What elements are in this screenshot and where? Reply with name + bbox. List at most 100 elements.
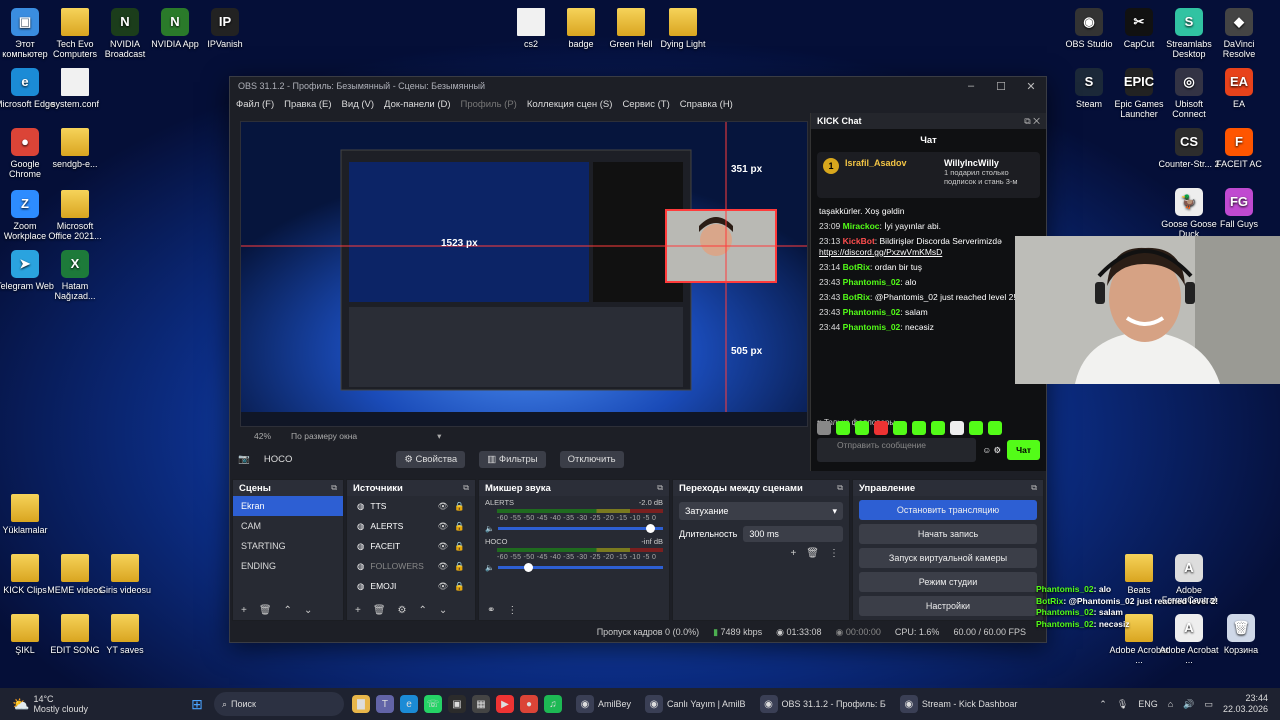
microphone-icon[interactable]: 🎙 bbox=[1117, 699, 1128, 710]
emoji-icon[interactable]: ☺ ⚙ bbox=[982, 445, 1001, 456]
duration-input[interactable]: 300 ms bbox=[743, 526, 843, 542]
emote-icon[interactable] bbox=[855, 421, 869, 435]
lock-icon[interactable]: 🔒 bbox=[454, 521, 465, 532]
amilbey-app[interactable]: ◉ AmilBey bbox=[575, 695, 631, 713]
teams-icon[interactable]: T bbox=[375, 695, 394, 713]
menu-item-5[interactable]: Коллекция сцен (S) bbox=[527, 99, 613, 110]
speaker-icon[interactable]: 🔈 bbox=[485, 524, 494, 533]
eye-icon[interactable]: 👁 bbox=[438, 501, 449, 512]
source-item[interactable]: ◍ ALERTS 👁 🔒 bbox=[347, 516, 475, 536]
trash-icon[interactable]: 🗑 bbox=[259, 605, 272, 617]
down-icon[interactable]: ⌄ bbox=[439, 605, 447, 617]
emote-icon[interactable] bbox=[988, 421, 1002, 435]
source-item[interactable]: ◍ FOLLOWERS 👁 🔒 bbox=[347, 556, 475, 576]
spotify-icon[interactable]: ♫ bbox=[543, 695, 562, 713]
close-icon[interactable]: ✕ bbox=[1016, 80, 1046, 93]
calculator-icon[interactable]: ▦ bbox=[471, 695, 490, 713]
message-user[interactable]: Phantomis_02 bbox=[843, 277, 901, 287]
dock-menu-icon[interactable]: ⧉ bbox=[1031, 483, 1037, 493]
minimize-icon[interactable]: – bbox=[956, 80, 986, 93]
gear-icon[interactable]: ⚙ bbox=[398, 605, 407, 617]
desktop-icon-hatam[interactable]: X Hatam Nağızad... bbox=[44, 250, 106, 301]
canli-yayim-app[interactable]: ◉ Canlı Yayım | AmilB bbox=[644, 695, 746, 713]
desktop-icon-davinci[interactable]: ◆ DaVinci Resolve bbox=[1208, 8, 1270, 59]
volume-slider[interactable] bbox=[498, 524, 663, 533]
more-icon[interactable]: ⋮ bbox=[829, 548, 839, 559]
source-item[interactable]: ◍ TTS 👁 🔒 bbox=[347, 496, 475, 516]
volume-icon[interactable]: 🔊 bbox=[1183, 699, 1194, 710]
emote-icon[interactable] bbox=[893, 421, 907, 435]
pinned-right-user[interactable]: WillyIncWilly bbox=[944, 158, 1034, 168]
scene-item[interactable]: ENDING bbox=[233, 556, 343, 576]
taskbar-search[interactable]: ⌕ Поиск bbox=[213, 692, 344, 716]
zoom-fit[interactable]: По размеру окна bbox=[291, 431, 357, 441]
message-user[interactable]: BotRix bbox=[843, 292, 870, 302]
emote-icon[interactable] bbox=[950, 421, 964, 435]
desktop-icon-yt-saves[interactable]: YT saves bbox=[94, 614, 156, 655]
message-user[interactable]: Mirackoc bbox=[843, 221, 880, 231]
emote-icon[interactable] bbox=[969, 421, 983, 435]
control-button-2[interactable]: Запуск виртуальной камеры bbox=[859, 548, 1037, 568]
zoom-dropdown-icon[interactable]: ▾ bbox=[437, 431, 441, 442]
youtube-icon[interactable]: ▶ bbox=[495, 695, 514, 713]
maximize-icon[interactable]: ☐ bbox=[986, 80, 1016, 93]
control-button-4[interactable]: Настройки bbox=[859, 596, 1037, 616]
scene-item[interactable]: STARTING bbox=[233, 536, 343, 556]
up-icon[interactable]: ⌃ bbox=[284, 605, 292, 617]
message-user[interactable]: KickBot bbox=[843, 236, 875, 246]
properties-button[interactable]: ⚙ Свойства bbox=[396, 450, 466, 468]
whatsapp-icon[interactable]: ☏ bbox=[423, 695, 442, 713]
control-button-1[interactable]: Начать запись bbox=[859, 524, 1037, 544]
source-item[interactable]: ◍ EMOJI 👁 🔒 bbox=[347, 576, 475, 596]
file-explorer-icon[interactable]: ▇ bbox=[351, 695, 370, 713]
clock[interactable]: 23:44 22.03.2026 bbox=[1223, 693, 1268, 715]
obs-task-app[interactable]: ◉ OBS 31.1.2 - Профиль: Б bbox=[759, 695, 886, 713]
language-indicator[interactable]: ENG bbox=[1138, 699, 1158, 709]
emote-icon[interactable] bbox=[874, 421, 888, 435]
dock-menu-icon[interactable]: ⧉ bbox=[837, 483, 843, 493]
desktop-icon-yuklamalar[interactable]: Yüklamalar bbox=[0, 494, 56, 535]
menu-item-0[interactable]: Файл (F) bbox=[236, 99, 274, 110]
emote-icon[interactable] bbox=[912, 421, 926, 435]
add-icon[interactable]: + bbox=[790, 548, 796, 559]
dock-close-icon[interactable]: ⧉ ✕ bbox=[1024, 116, 1040, 126]
network-icon[interactable]: ⌂ bbox=[1168, 699, 1173, 709]
filters-button[interactable]: ▥ Фильтры bbox=[479, 450, 546, 468]
desktop-icon-faceit[interactable]: F FACEIT AC bbox=[1208, 128, 1270, 169]
link-icon[interactable]: ⚭ bbox=[487, 605, 495, 617]
desktop-icon-fall-guys[interactable]: FG Fall Guys bbox=[1208, 188, 1270, 229]
lock-icon[interactable]: 🔒 bbox=[454, 581, 465, 592]
desktop-icon-giris-videosu[interactable]: Giris videosu bbox=[94, 554, 156, 595]
transition-select[interactable]: Затухание ▾ bbox=[679, 502, 843, 520]
tray-chevron-icon[interactable]: ⌃ bbox=[1099, 699, 1107, 710]
source-item[interactable]: ◍ FACEIT 👁 🔒 bbox=[347, 536, 475, 556]
emote-icon[interactable] bbox=[817, 421, 831, 435]
emote-icon[interactable] bbox=[931, 421, 945, 435]
scene-item[interactable]: CAM bbox=[233, 516, 343, 536]
desktop-icon-office[interactable]: Microsoft Office 2021... bbox=[44, 190, 106, 241]
chat-tab[interactable]: Чат bbox=[811, 129, 1046, 152]
emote-icon[interactable] bbox=[836, 421, 850, 435]
menu-item-6[interactable]: Сервис (T) bbox=[622, 99, 669, 110]
up-icon[interactable]: ⌃ bbox=[419, 605, 427, 617]
windows-start-icon[interactable]: ⊞ bbox=[188, 695, 206, 713]
desktop-icon-system-conf[interactable]: system.conf bbox=[44, 68, 106, 109]
desktop-icon-ipvanish[interactable]: IP IPVanish bbox=[194, 8, 256, 49]
menu-item-2[interactable]: Вид (V) bbox=[342, 99, 375, 110]
trash-icon[interactable]: 🗑 bbox=[373, 605, 386, 617]
dock-menu-icon[interactable]: ⧉ bbox=[331, 483, 337, 493]
chat-input[interactable]: Отправить сообщение bbox=[817, 438, 977, 462]
message-link[interactable]: https://discord.gg/PxzwVmKMsD bbox=[819, 247, 942, 257]
down-icon[interactable]: ⌄ bbox=[304, 605, 312, 617]
eye-icon[interactable]: 👁 bbox=[438, 561, 449, 572]
desktop-icon-recycle-bin[interactable]: 🗑 Корзина bbox=[1210, 614, 1272, 655]
lock-icon[interactable]: 🔒 bbox=[454, 541, 465, 552]
kick-icon[interactable]: ▣ bbox=[447, 695, 466, 713]
desktop-icon-dying-light[interactable]: Dying Light bbox=[652, 8, 714, 49]
battery-icon[interactable]: ▭ bbox=[1204, 699, 1213, 710]
add-icon[interactable]: + bbox=[355, 605, 361, 617]
message-user[interactable]: Phantomis_02 bbox=[843, 307, 901, 317]
dock-menu-icon[interactable]: ⧉ bbox=[463, 483, 469, 493]
control-button-0[interactable]: Остановить трансляцию bbox=[859, 500, 1037, 520]
menu-item-7[interactable]: Справка (H) bbox=[680, 99, 733, 110]
